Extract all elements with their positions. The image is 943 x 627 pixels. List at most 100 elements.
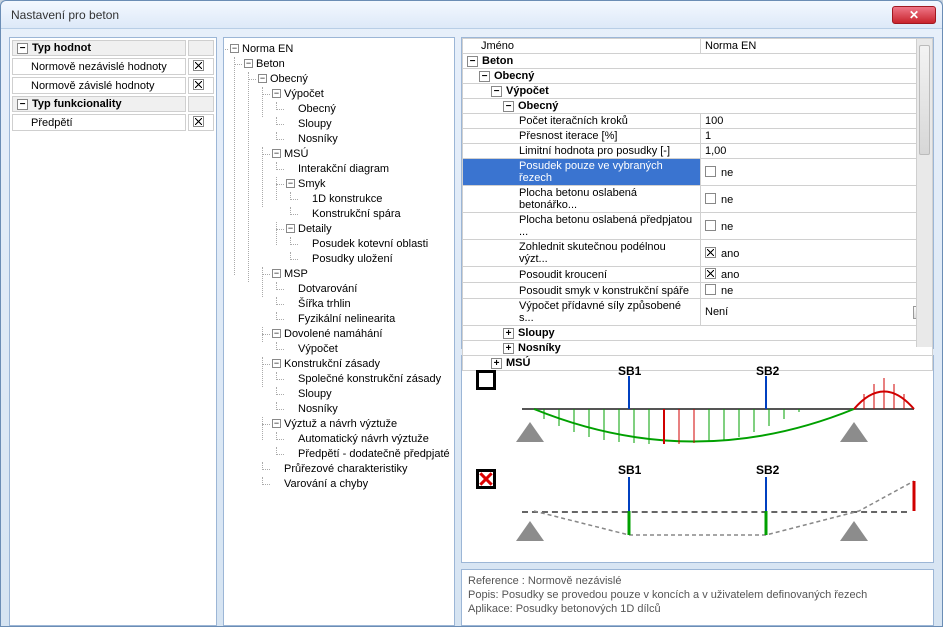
collapse-icon[interactable]: − bbox=[491, 86, 502, 97]
tree-kotevni[interactable]: Posudek kotevní oblasti bbox=[300, 237, 452, 252]
titlebar[interactable]: Nastavení pro beton ✕ bbox=[1, 1, 942, 29]
tree-interakcni[interactable]: Interakční diagram bbox=[286, 162, 452, 177]
tree-msp[interactable]: −MSP Dotvarování Šířka trhlin Fyzikální … bbox=[272, 267, 452, 327]
checkbox-icon[interactable] bbox=[705, 166, 716, 177]
checkbox-icon[interactable] bbox=[193, 79, 204, 90]
prop-row-plocha2[interactable]: Plocha betonu oslabená předpjatou ...ne bbox=[463, 213, 933, 240]
tree-vypocet-obecny[interactable]: Obecný bbox=[286, 102, 452, 117]
prop-label: Posoudit kroucení bbox=[519, 269, 607, 281]
prop-group-nosniky[interactable]: + Nosníky bbox=[463, 341, 933, 356]
tree-dovolene[interactable]: −Dovolené namáhání Výpočet bbox=[272, 327, 452, 357]
prop-row-zohlednit[interactable]: Zohlednit skutečnou podélnou výzt...ano bbox=[463, 240, 933, 267]
property-grid[interactable]: JménoNorma EN −Beton −Obecný −Výpočet −O… bbox=[462, 38, 933, 371]
checkbox-icon[interactable] bbox=[705, 268, 716, 279]
expand-icon[interactable]: + bbox=[503, 328, 514, 339]
prop-value[interactable]: 1 bbox=[705, 130, 711, 142]
collapse-icon[interactable]: − bbox=[503, 101, 514, 112]
tree-vypocet[interactable]: −Výpočet Obecný Sloupy Nosníky bbox=[272, 87, 452, 147]
tree-vnv-predpeti[interactable]: Předpětí - dodatečně předpjaté bbox=[286, 447, 452, 462]
prop-value[interactable]: 100 bbox=[705, 115, 723, 127]
prop-group-obecny[interactable]: −Obecný bbox=[463, 69, 933, 84]
checkbox-icon[interactable] bbox=[193, 116, 204, 127]
checkbox-icon[interactable] bbox=[705, 193, 716, 204]
tree-kz-sloupy[interactable]: Sloupy bbox=[286, 387, 452, 402]
collapse-icon[interactable]: − bbox=[286, 224, 295, 233]
collapse-icon[interactable]: − bbox=[272, 89, 281, 98]
checkbox-icon[interactable] bbox=[705, 247, 716, 258]
desc-popis: Popis: Posudky se provedou pouze v koncí… bbox=[468, 588, 927, 602]
prop-row-spara[interactable]: Posoudit smyk v konstrukční spářene bbox=[463, 283, 933, 299]
collapse-icon[interactable]: − bbox=[479, 71, 490, 82]
tree-label: Společné konstrukční zásady bbox=[298, 373, 441, 385]
prop-row-limit[interactable]: Limitní hodnota pro posudky [-]1,00 bbox=[463, 144, 933, 159]
prop-group-beton[interactable]: −Beton bbox=[463, 54, 933, 69]
row-nezavisle[interactable]: Normově nezávislé hodnoty bbox=[12, 58, 214, 75]
tree-msu[interactable]: −MSÚ Interakční diagram −Smyk 1D konstru… bbox=[272, 147, 452, 267]
prop-group-sloupy[interactable]: +Sloupy bbox=[463, 326, 933, 341]
tree-norma-en[interactable]: −Norma EN −Beton −Obecný −Výpočet Obecný bbox=[230, 42, 452, 492]
tree-vnv-auto[interactable]: Automatický návrh výztuže bbox=[286, 432, 452, 447]
collapse-icon[interactable]: − bbox=[17, 99, 28, 110]
checkbox-icon[interactable] bbox=[705, 220, 716, 231]
prop-row-plocha1[interactable]: Plocha betonu oslabená betonářko...ne bbox=[463, 186, 933, 213]
tree-label: Varování a chyby bbox=[284, 478, 368, 490]
collapse-icon[interactable]: − bbox=[272, 359, 281, 368]
collapse-icon[interactable]: − bbox=[467, 56, 478, 67]
section-typ-hodnot[interactable]: −Typ hodnot bbox=[12, 40, 214, 56]
prop-row-iter[interactable]: Počet iteračních kroků100 bbox=[463, 114, 933, 129]
tree-prurez[interactable]: Průřezové charakteristiky bbox=[272, 462, 452, 477]
tree-detaily[interactable]: −Detaily Posudek kotevní oblasti Posudky… bbox=[286, 222, 452, 267]
collapse-icon[interactable]: − bbox=[272, 269, 281, 278]
collapse-icon[interactable]: − bbox=[272, 329, 281, 338]
prop-group-obecny2[interactable]: −Obecný bbox=[463, 99, 933, 114]
tree-trhlin[interactable]: Šířka trhlin bbox=[286, 297, 452, 312]
tree-varovani[interactable]: Varování a chyby bbox=[272, 477, 452, 492]
prop-group-vypocet[interactable]: −Výpočet bbox=[463, 84, 933, 99]
scrollbar-vertical[interactable] bbox=[916, 39, 932, 347]
prop-row-sila[interactable]: Výpočet přídavné síly způsobené s... Není… bbox=[463, 299, 933, 326]
section-typ-funkcionality[interactable]: −Typ funkcionality bbox=[12, 96, 214, 112]
collapse-icon[interactable]: − bbox=[244, 59, 253, 68]
collapse-icon[interactable]: − bbox=[272, 149, 281, 158]
tree-dotvarovani[interactable]: Dotvarování bbox=[286, 282, 452, 297]
collapse-icon[interactable]: − bbox=[230, 44, 239, 53]
tree-kz-spolecne[interactable]: Společné konstrukční zásady bbox=[286, 372, 452, 387]
collapse-icon[interactable]: − bbox=[272, 419, 281, 428]
tree-kz[interactable]: −Konstrukční zásady Společné konstrukční… bbox=[272, 357, 452, 417]
prop-row-presnost[interactable]: Přesnost iterace [%]1 bbox=[463, 129, 933, 144]
tree-kz-nosniky[interactable]: Nosníky bbox=[286, 402, 452, 417]
tree-smyk[interactable]: −Smyk 1D konstrukce Konstrukční spára bbox=[286, 177, 452, 222]
expand-icon[interactable]: + bbox=[503, 343, 514, 354]
prop-value[interactable]: 1,00 bbox=[705, 145, 726, 157]
tree-ulozeni[interactable]: Posudky uložení bbox=[300, 252, 452, 267]
prop-row-name[interactable]: JménoNorma EN bbox=[463, 39, 933, 54]
tree-spara[interactable]: Konstrukční spára bbox=[300, 207, 452, 222]
checkbox-icon[interactable] bbox=[705, 284, 716, 295]
nav-tree[interactable]: −Norma EN −Beton −Obecný −Výpočet Obecný bbox=[223, 37, 455, 626]
tree-beton[interactable]: −Beton −Obecný −Výpočet Obecný Sloupy bbox=[244, 57, 452, 492]
tree-label: Nosníky bbox=[298, 133, 338, 145]
tree-vnv[interactable]: −Výztuž a návrh výztuže Automatický návr… bbox=[272, 417, 452, 462]
collapse-icon[interactable]: − bbox=[258, 74, 267, 83]
checkbox-icon[interactable] bbox=[193, 60, 204, 71]
row-zavisle[interactable]: Normově závislé hodnoty bbox=[12, 77, 214, 94]
prop-label: Nosníky bbox=[518, 342, 561, 354]
tree-obecny[interactable]: −Obecný −Výpočet Obecný Sloupy Nosníky bbox=[258, 72, 452, 492]
prop-label: Výpočet přídavné síly způsobené s... bbox=[519, 300, 681, 324]
prop-value[interactable]: Není bbox=[705, 306, 728, 318]
row-predpeti[interactable]: Předpětí bbox=[12, 114, 214, 131]
close-button[interactable]: ✕ bbox=[892, 6, 936, 24]
collapse-icon[interactable]: − bbox=[17, 43, 28, 54]
tree-dv-vypocet[interactable]: Výpočet bbox=[286, 342, 452, 357]
support-right-icon bbox=[840, 521, 868, 541]
tree-fyz[interactable]: Fyzikální nelinearita bbox=[286, 312, 452, 327]
prop-row-posudek-rezy[interactable]: Posudek pouze ve vybraných řezechne bbox=[463, 159, 933, 186]
prop-row-krouceni[interactable]: Posoudit krouceníano bbox=[463, 267, 933, 283]
tree-vypocet-sloupy[interactable]: Sloupy bbox=[286, 117, 452, 132]
collapse-icon[interactable]: − bbox=[286, 179, 295, 188]
tree-1d[interactable]: 1D konstrukce bbox=[300, 192, 452, 207]
tree-label: Posudek kotevní oblasti bbox=[312, 238, 428, 250]
scrollbar-thumb[interactable] bbox=[919, 45, 930, 155]
tree-label: Posudky uložení bbox=[312, 253, 393, 265]
tree-vypocet-nosniky[interactable]: Nosníky bbox=[286, 132, 452, 147]
